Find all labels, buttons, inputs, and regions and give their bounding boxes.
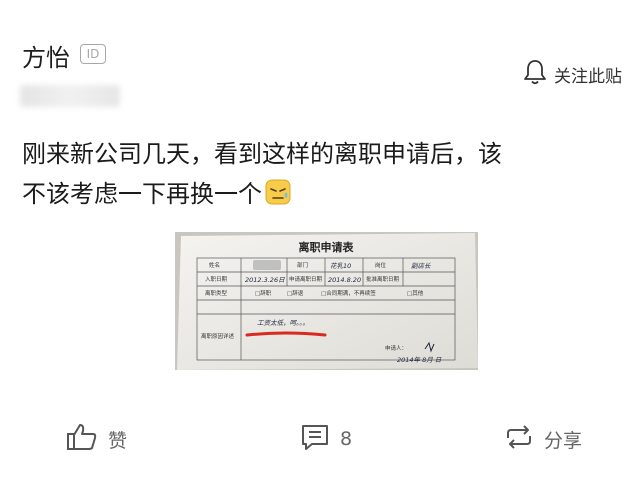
share-label: 分享	[544, 429, 583, 452]
like-button[interactable]: 赞	[66, 422, 127, 456]
share-icon	[504, 422, 534, 456]
post-text: 刚来新公司几天，看到这样的离职申请后，该 不该考虑一下再换一个	[22, 134, 622, 214]
form-value-position: 副店长	[411, 262, 431, 270]
form-value-reason: 工资太低，呵。。。	[257, 319, 309, 327]
post-text-line2: 不该考虑一下再换一个	[22, 180, 262, 208]
form-option-resign: □辞职	[255, 289, 272, 297]
comment-count: 8	[340, 428, 353, 450]
follow-button[interactable]: 关注此贴	[522, 58, 622, 90]
form-value-date: 2014年 8月 日	[397, 356, 442, 364]
like-label: 赞	[108, 429, 128, 452]
comment-button[interactable]: 8	[300, 422, 352, 456]
form-option-dismiss: □辞退	[287, 289, 304, 297]
form-label-position: 岗位	[375, 261, 387, 269]
form-value-join: 2012.3.26日	[245, 276, 285, 284]
form-option-other: □其他	[407, 289, 424, 297]
form-label-applicant: 申请人：	[385, 344, 407, 352]
thumbs-up-icon	[66, 422, 98, 456]
form-label-name: 姓名	[209, 261, 220, 269]
blurred-name	[253, 260, 281, 270]
post-image[interactable]: 离职申请表 姓名 部门 岗位 入职日期 申请离职日期 批准离职日期 离职类型 □…	[175, 232, 478, 370]
comment-icon	[300, 422, 330, 456]
post-meta-blurred	[20, 85, 120, 107]
follow-label: 关注此贴	[554, 66, 622, 87]
form-value-dept: 花乳10	[330, 262, 351, 270]
form-label-apply: 申请离职日期	[289, 275, 323, 283]
id-badge: ID	[80, 44, 106, 64]
form-value-apply: 2014.8.20	[328, 276, 361, 284]
author-name[interactable]: 方怡	[22, 38, 70, 73]
form-label-reason: 离职原因详述	[201, 332, 235, 340]
form-label-type: 离职类型	[205, 289, 228, 297]
post-text-line1: 刚来新公司几天，看到这样的离职申请后，该	[22, 140, 502, 168]
share-button[interactable]: 分享	[504, 422, 582, 456]
form-label-approve: 批准离职日期	[366, 275, 400, 283]
form-option-contract: □合同期满，不再续签	[321, 289, 376, 297]
action-bar: 赞 8 分享	[0, 410, 636, 466]
form-label-join: 入职日期	[205, 276, 228, 283]
sweat-face-emoji	[264, 178, 292, 206]
form-label-dept: 部门	[297, 261, 308, 269]
bell-icon	[522, 58, 548, 90]
form-title: 离职申请表	[299, 240, 355, 254]
